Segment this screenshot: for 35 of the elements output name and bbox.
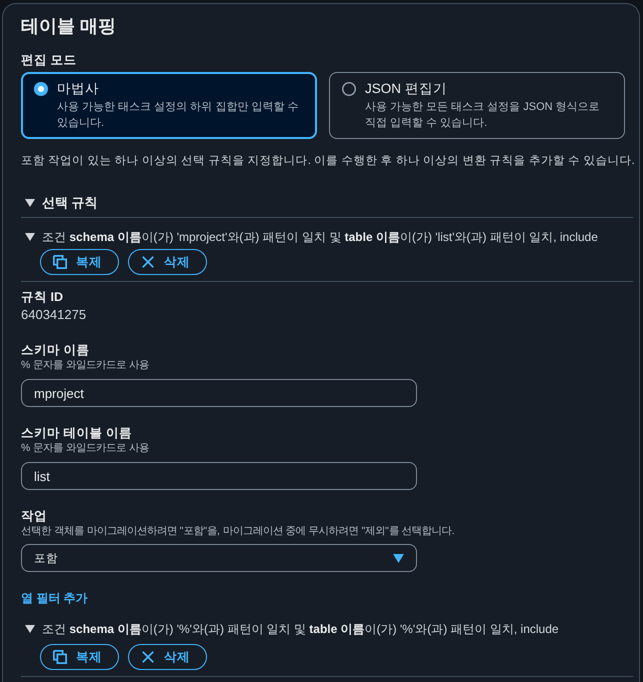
rule-summary-toggle[interactable]: 조건 schema 이름이(가) 'mproject'와(과) 패턴이 일치 및 table 이름이(가) 'list'와(과) 패턴이 일치, include <box>21 227 598 247</box>
field-value: 640341275 <box>21 306 88 324</box>
radio-tile[interactable]: 마법사 사용 가능한 태스크 설정의 하위 집합만 입력할 수 있습니다. <box>21 72 317 139</box>
radio-icon[interactable] <box>342 82 356 96</box>
field-hint: % 문자를 와일드카드로 사용 <box>21 442 150 456</box>
field-label: 스키마 테이블 이름 <box>21 425 133 442</box>
panel-title: 테이블 매핑 <box>21 15 118 38</box>
close-icon <box>141 255 155 269</box>
copy-icon <box>53 650 67 664</box>
edit-mode-label: 편집 모드 <box>21 52 78 69</box>
copy-button[interactable]: 복제 <box>40 644 119 670</box>
field-label: 규칙 ID <box>21 289 64 306</box>
delete-button[interactable]: 삭제 <box>128 249 207 275</box>
delete-button[interactable]: 삭제 <box>128 644 207 670</box>
close-icon <box>141 650 155 664</box>
copy-button[interactable]: 복제 <box>40 249 119 275</box>
rule-summary-toggle[interactable]: 조건 schema 이름이(가) '%'와(과) 패턴이 일치 및 table 이름이(가) '%'와(과) 패턴이 일치, include <box>21 619 559 639</box>
select-field[interactable]: 포함 <box>21 544 417 572</box>
text-field[interactable]: list <box>21 462 417 490</box>
copy-icon <box>53 255 67 269</box>
field-hint: % 문자를 와일드카드로 사용 <box>21 359 150 373</box>
text-field[interactable]: mproject <box>21 379 417 407</box>
radio-tile[interactable]: JSON 편집기 사용 가능한 모든 태스크 설정을 JSON 형식으로 직접 입력할 수 있습니다. <box>329 72 625 139</box>
caret-icon <box>393 554 404 562</box>
intro-text: 포함 작업이 있는 하나 이상의 선택 규칙을 지정합니다. 이를 수행한 후 하나 이상의 변환 규칙을 추가할 수 있습니다. <box>21 153 633 169</box>
option-title: JSON 편집기 <box>365 80 448 98</box>
section-toggle[interactable]: 선택 규칙 <box>21 193 98 213</box>
option-title: 마법사 <box>57 80 100 98</box>
field-label: 스키마 이름 <box>21 342 90 359</box>
field-label: 작업 <box>21 508 48 525</box>
radio-icon[interactable] <box>34 82 48 96</box>
option-description: 사용 가능한 태스크 설정의 하위 집합만 입력할 수 있습니다. <box>57 100 300 131</box>
field-hint: 선택한 객체를 마이그레이션하려면 "포함"을, 마이그레이션 중에 무시하려면 "제외"를 선택합니다. <box>21 525 456 539</box>
option-description: 사용 가능한 모든 태스크 설정을 JSON 형식으로 직접 입력할 수 있습니다. <box>365 100 601 131</box>
add-column-filter-link[interactable]: 열 필터 추가 <box>21 589 88 607</box>
